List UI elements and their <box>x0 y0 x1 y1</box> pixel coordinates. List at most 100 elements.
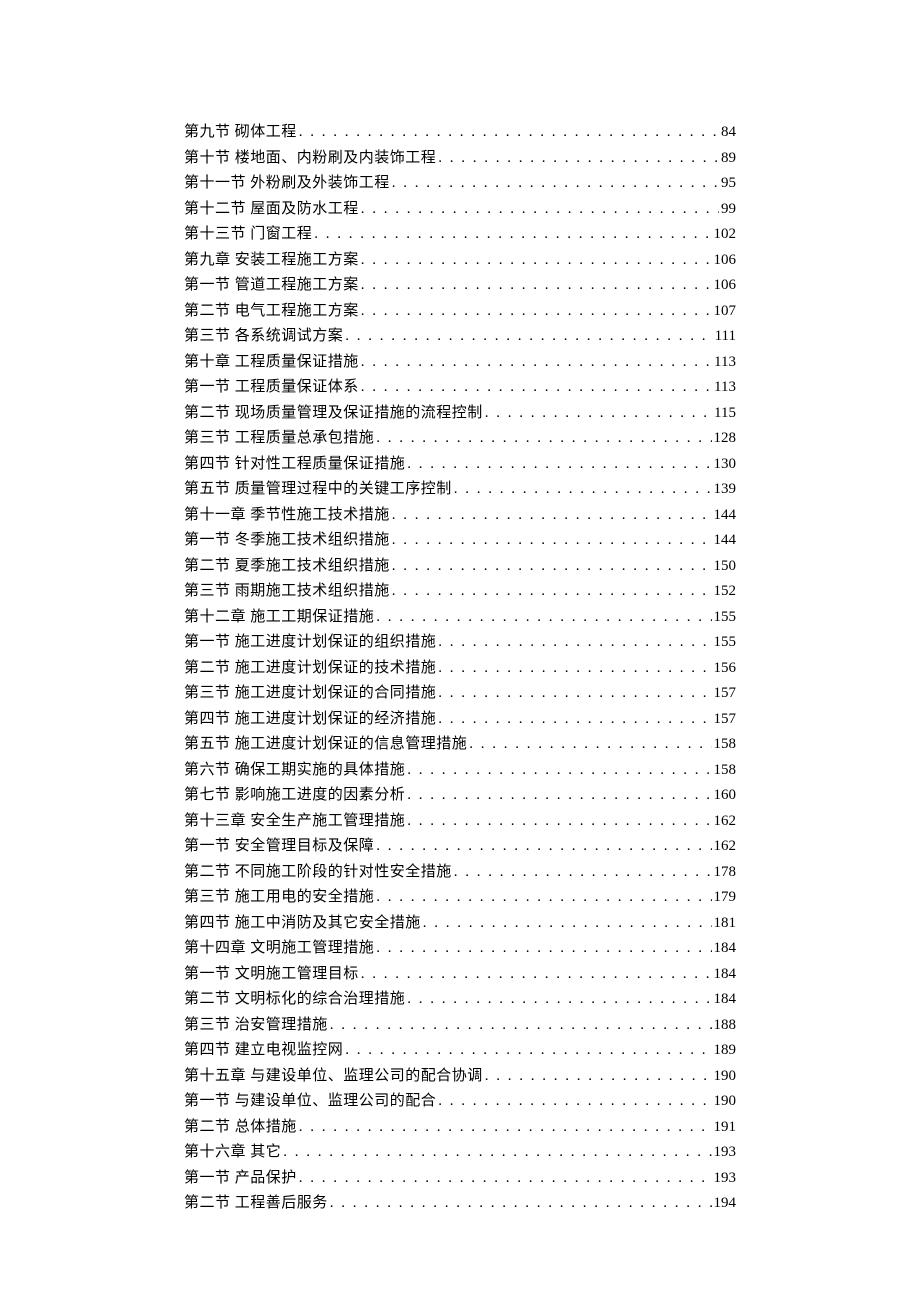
toc-page-number: 158 <box>714 758 737 782</box>
toc-label: 第三节 治安管理措施 <box>184 1013 328 1037</box>
toc-label: 第十章 工程质量保证措施 <box>184 350 359 374</box>
toc-leader-dots <box>407 452 711 476</box>
toc-label: 第二节 电气工程施工方案 <box>184 299 359 323</box>
toc-label: 第二节 文明标化的综合治理措施 <box>184 987 405 1011</box>
toc-label: 第十一节 外粉刷及外装饰工程 <box>184 171 390 195</box>
toc-page-number: 115 <box>714 401 736 425</box>
toc-entry: 第三节 施工用电的安全措施179 <box>184 885 736 909</box>
toc-entry: 第三节 治安管理措施 188 <box>184 1013 736 1037</box>
toc-label: 第一节 冬季施工技术组织措施 <box>184 528 390 552</box>
toc-page-number: 193 <box>714 1140 737 1164</box>
toc-leader-dots <box>407 987 711 1011</box>
toc-entry: 第二节 总体措施191 <box>184 1115 736 1139</box>
toc-leader-dots <box>330 1013 712 1037</box>
toc-label: 第一节 安全管理目标及保障 <box>184 834 374 858</box>
toc-leader-dots <box>376 885 711 909</box>
toc-page-number: 152 <box>714 579 737 603</box>
toc-page-number: 89 <box>721 146 736 170</box>
toc-entry: 第十节 楼地面、内粉刷及内装饰工程89 <box>184 146 736 170</box>
toc-entry: 第十一章 季节性施工技术措施144 <box>184 503 736 527</box>
toc-label: 第三节 雨期施工技术组织措施 <box>184 579 390 603</box>
toc-leader-dots <box>485 401 712 425</box>
toc-leader-dots <box>392 528 712 552</box>
toc-page-number: 160 <box>714 783 737 807</box>
toc-label: 第二节 工程善后服务 <box>184 1191 328 1215</box>
toc-label: 第十二章 施工工期保证措施 <box>184 605 374 629</box>
toc-page-number: 193 <box>714 1166 737 1190</box>
toc-label: 第十六章 其它 <box>184 1140 281 1164</box>
toc-page-number: 179 <box>714 885 737 909</box>
toc-leader-dots <box>407 809 711 833</box>
toc-page-number: 194 <box>714 1191 737 1215</box>
toc-entry: 第二节 夏季施工技术组织措施 150 <box>184 554 736 578</box>
toc-leader-dots <box>423 911 712 935</box>
toc-label: 第六节 确保工期实施的具体措施 <box>184 758 405 782</box>
toc-entry: 第三节 雨期施工技术组织措施 152 <box>184 579 736 603</box>
toc-page-number: 113 <box>714 350 736 374</box>
toc-entry: 第一节 产品保护193 <box>184 1166 736 1190</box>
toc-leader-dots <box>361 248 712 272</box>
toc-entry: 第十二章 施工工期保证措施 155 <box>184 605 736 629</box>
toc-entry: 第一节 施工进度计划保证的组织措施155 <box>184 630 736 654</box>
toc-page-number: 184 <box>714 987 737 1011</box>
toc-page-number: 139 <box>714 477 737 501</box>
toc-leader-dots <box>454 860 712 884</box>
toc-leader-dots <box>438 146 719 170</box>
toc-entry: 第一节 安全管理目标及保障162 <box>184 834 736 858</box>
toc-leader-dots <box>361 375 712 399</box>
toc-page-number: 157 <box>714 707 737 731</box>
toc-leader-dots <box>392 171 719 195</box>
toc-label: 第四节 针对性工程质量保证措施 <box>184 452 405 476</box>
toc-entry: 第十二节 屋面及防水工程99 <box>184 197 736 221</box>
toc-entry: 第一节 冬季施工技术组织措施144 <box>184 528 736 552</box>
toc-entry: 第三节 各系统调试方案 111 <box>184 324 736 348</box>
toc-page-number: 157 <box>714 681 737 705</box>
toc-entry: 第九章 安装工程施工方案106 <box>184 248 736 272</box>
toc-label: 第十三节 门窗工程 <box>184 222 312 246</box>
toc-entry: 第二节 文明标化的综合治理措施 184 <box>184 987 736 1011</box>
toc-page-number: 130 <box>714 452 737 476</box>
toc-label: 第一节 管道工程施工方案 <box>184 273 359 297</box>
toc-entry: 第十六章 其它 193 <box>184 1140 736 1164</box>
toc-entry: 第二节 施工进度计划保证的技术措施156 <box>184 656 736 680</box>
toc-entry: 第一节 工程质量保证体系 113 <box>184 375 736 399</box>
toc-page-number: 162 <box>714 809 737 833</box>
toc-entry: 第七节 影响施工进度的因素分析160 <box>184 783 736 807</box>
toc-page-number: 128 <box>714 426 737 450</box>
toc-leader-dots <box>438 1089 711 1113</box>
toc-entry: 第九节 砌体工程84 <box>184 120 736 144</box>
toc-page-number: 184 <box>714 936 737 960</box>
toc-page-number: 189 <box>714 1038 737 1062</box>
toc-entry: 第四节 建立电视监控网 189 <box>184 1038 736 1062</box>
toc-page-number: 111 <box>715 324 736 348</box>
toc-page-number: 144 <box>714 503 737 527</box>
toc-label: 第五节 质量管理过程中的关键工序控制 <box>184 477 452 501</box>
toc-label: 第十五章 与建设单位、监理公司的配合协调 <box>184 1064 483 1088</box>
toc-leader-dots <box>392 579 712 603</box>
toc-label: 第三节 各系统调试方案 <box>184 324 343 348</box>
toc-label: 第二节 施工进度计划保证的技术措施 <box>184 656 436 680</box>
toc-page-number: 188 <box>714 1013 737 1037</box>
toc-label: 第四节 建立电视监控网 <box>184 1038 343 1062</box>
toc-entry: 第五节 施工进度计划保证的信息管理措施158 <box>184 732 736 756</box>
toc-leader-dots <box>438 630 711 654</box>
toc-entry: 第十三节 门窗工程102 <box>184 222 736 246</box>
toc-label: 第二节 夏季施工技术组织措施 <box>184 554 390 578</box>
toc-leader-dots <box>438 656 711 680</box>
toc-entry: 第二节 电气工程施工方案 107 <box>184 299 736 323</box>
toc-page-number: 150 <box>714 554 737 578</box>
toc-label: 第五节 施工进度计划保证的信息管理措施 <box>184 732 467 756</box>
toc-page-number: 107 <box>714 299 737 323</box>
toc-entry: 第三节 工程质量总承包措施 128 <box>184 426 736 450</box>
toc-page-number: 99 <box>721 197 736 221</box>
toc-label: 第一节 工程质量保证体系 <box>184 375 359 399</box>
toc-label: 第二节 现场质量管理及保证措施的流程控制 <box>184 401 483 425</box>
toc-page-number: 113 <box>714 375 736 399</box>
toc-label: 第三节 工程质量总承包措施 <box>184 426 374 450</box>
toc-label: 第十三章 安全生产施工管理措施 <box>184 809 405 833</box>
toc-label: 第一节 施工进度计划保证的组织措施 <box>184 630 436 654</box>
toc-entry: 第二节 工程善后服务 194 <box>184 1191 736 1215</box>
toc-page-number: 155 <box>714 605 737 629</box>
toc-label: 第九章 安装工程施工方案 <box>184 248 359 272</box>
toc-entry: 第十三章 安全生产施工管理措施 162 <box>184 809 736 833</box>
